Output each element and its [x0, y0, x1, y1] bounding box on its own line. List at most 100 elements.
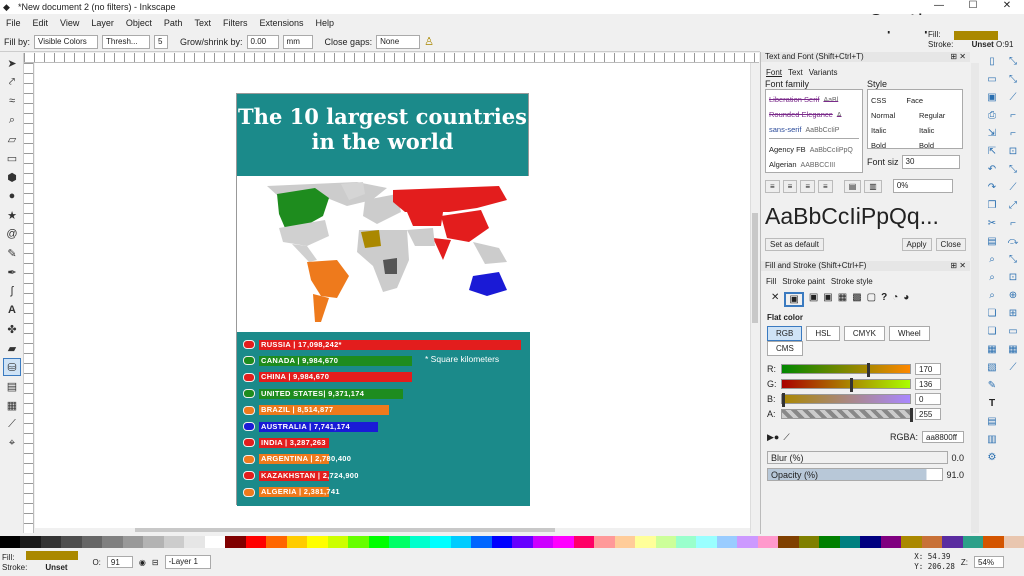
slider-knob[interactable]	[867, 363, 871, 377]
apply-button[interactable]: Apply	[901, 238, 932, 251]
3d-box-tool-icon[interactable]: ⬢	[3, 168, 21, 186]
snap-enable-icon[interactable]: ⤡	[1005, 54, 1021, 70]
rgba-input[interactable]: aa8800ff	[922, 431, 964, 443]
grow-shrink-input[interactable]: 0.00	[246, 34, 279, 49]
palette-swatch[interactable]	[61, 536, 82, 548]
linear-gradient-icon[interactable]: ▣	[809, 292, 818, 307]
pattern-icon[interactable]: ▩	[852, 292, 861, 307]
star-tool-icon[interactable]: ★	[3, 206, 21, 224]
tweak-tool-icon[interactable]: ≈	[3, 92, 21, 110]
palette-swatch[interactable]	[307, 536, 328, 548]
mesh-tool-icon[interactable]: ▦	[3, 396, 21, 414]
color-managed-icon[interactable]: ▶●	[767, 432, 779, 443]
group-icon[interactable]: ▦	[984, 342, 1000, 358]
palette-swatch[interactable]	[512, 536, 533, 548]
palette-swatch[interactable]	[983, 536, 1004, 548]
palette-swatch[interactable]	[40, 536, 62, 548]
swatch-icon[interactable]: ▢	[867, 292, 876, 307]
threshold-select[interactable]: Thresh...	[102, 34, 151, 49]
fill-stroke-indicator[interactable]: Fill: Stroke: Unset O:91	[928, 30, 1013, 50]
font-family-item[interactable]: Algerian AABBCCIII	[769, 158, 859, 172]
snap-bbox-icon[interactable]: ⤡	[1005, 72, 1021, 88]
palette-swatch[interactable]	[942, 536, 963, 548]
snap-bbox-midpoint-icon[interactable]: ⌐	[1005, 126, 1021, 142]
align-justify-icon[interactable]: ≡	[818, 179, 833, 193]
snap-page-border-icon[interactable]: ▭	[1005, 324, 1021, 340]
dock-close-icon-2[interactable]: ⊞ ✕	[950, 261, 966, 271]
spiral-tool-icon[interactable]: @	[3, 225, 21, 243]
channel-value[interactable]: 136	[915, 378, 941, 390]
palette-swatch[interactable]	[860, 536, 881, 548]
mode-cms[interactable]: CMS	[767, 341, 803, 356]
zoom-input[interactable]: 54%	[974, 556, 1004, 568]
tab-stroke-style[interactable]: Stroke style	[831, 277, 873, 286]
tab-text[interactable]: Text	[788, 68, 803, 77]
lock-icon[interactable]: ♙	[424, 35, 434, 48]
tab-font[interactable]: Font	[766, 68, 782, 77]
ungroup-icon[interactable]: ▧	[984, 360, 1000, 376]
palette-swatch[interactable]	[880, 536, 902, 548]
duplicate-icon[interactable]: ❏	[984, 306, 1000, 322]
picker-icon[interactable]: ⟋	[783, 432, 789, 443]
palette-swatch[interactable]	[245, 536, 267, 548]
blur-value[interactable]: 0.0	[951, 453, 964, 463]
paste-icon[interactable]: ▤	[984, 234, 1000, 250]
palette-swatch[interactable]	[778, 536, 799, 548]
clone-icon[interactable]: ❏	[984, 324, 1000, 340]
save-icon[interactable]: ▣	[984, 90, 1000, 106]
palette-swatch[interactable]	[368, 536, 390, 548]
snap-paths-icon[interactable]: ⟋	[1005, 180, 1021, 196]
snap-midpoint-icon[interactable]: ⤡	[1005, 252, 1021, 268]
dock-scrollbar[interactable]	[971, 63, 979, 533]
palette-swatch[interactable]	[614, 536, 636, 548]
font-family-item[interactable]: Rounded Elegance A	[769, 108, 859, 123]
font-size-select[interactable]: 30	[901, 155, 960, 169]
style-item[interactable]: Bold Bold	[871, 138, 959, 153]
menu-layer[interactable]: Layer	[85, 18, 120, 28]
export-icon[interactable]: ⇱	[984, 144, 1000, 160]
blur-slider[interactable]: Blur (%)	[767, 451, 949, 464]
snap-bbox-edge-icon[interactable]: ⟋	[1005, 90, 1021, 106]
font-family-item[interactable]: Agency FB AaBbCcIiPpQ	[769, 143, 859, 158]
slider-knob[interactable]	[910, 408, 913, 422]
open-document-icon[interactable]: ▭	[984, 72, 1000, 88]
palette-swatch[interactable]	[163, 536, 185, 548]
grow-unit-select[interactable]: mm	[282, 34, 313, 49]
menu-edit[interactable]: Edit	[27, 18, 55, 28]
channel-value[interactable]: 170	[915, 363, 941, 375]
preferences-icon[interactable]: ⚙	[984, 450, 1000, 466]
connector-tool-icon[interactable]: ⌖	[3, 434, 21, 452]
channel-slider[interactable]	[781, 363, 911, 377]
palette-swatch[interactable]	[204, 536, 226, 548]
menu-extensions[interactable]: Extensions	[253, 18, 309, 28]
radial-gradient-icon[interactable]: ▣	[823, 292, 832, 307]
palette-swatch[interactable]	[184, 536, 205, 548]
palette-swatch[interactable]	[122, 536, 144, 548]
unset-paint-icon[interactable]: ?	[881, 292, 887, 307]
palette-swatch[interactable]	[839, 536, 861, 548]
text-font-icon[interactable]: T	[984, 396, 1000, 412]
mode-hsl[interactable]: HSL	[806, 326, 840, 341]
measure-tool-icon[interactable]: ▱	[3, 130, 21, 148]
snap-cusp-icon[interactable]: ⌐	[1005, 216, 1021, 232]
palette-swatch[interactable]	[798, 536, 820, 548]
palette-swatch[interactable]	[102, 536, 123, 548]
fill-rule-evenodd-icon[interactable]: ◔	[892, 292, 898, 307]
align-center-icon[interactable]: ≡	[782, 179, 798, 193]
palette-swatch[interactable]	[553, 536, 574, 548]
pen-tool-icon[interactable]: ✒	[3, 263, 21, 281]
palette-swatch[interactable]	[409, 536, 431, 548]
palette-swatch[interactable]	[471, 536, 492, 548]
ellipse-tool-icon[interactable]: ●	[3, 187, 21, 205]
palette-swatch[interactable]	[266, 536, 287, 548]
palette-swatch[interactable]	[819, 536, 840, 548]
channel-slider[interactable]	[781, 408, 913, 422]
horizontal-ruler[interactable]	[24, 53, 759, 63]
snap-bbox-center-icon[interactable]: ⊡	[1005, 144, 1021, 160]
palette-swatch[interactable]	[81, 536, 103, 548]
palette-swatch[interactable]	[430, 536, 451, 548]
menu-filters[interactable]: Filters	[217, 18, 254, 28]
mode-wheel[interactable]: Wheel	[889, 326, 930, 341]
close-button[interactable]: Close	[935, 238, 966, 251]
channel-slider[interactable]	[781, 393, 911, 407]
